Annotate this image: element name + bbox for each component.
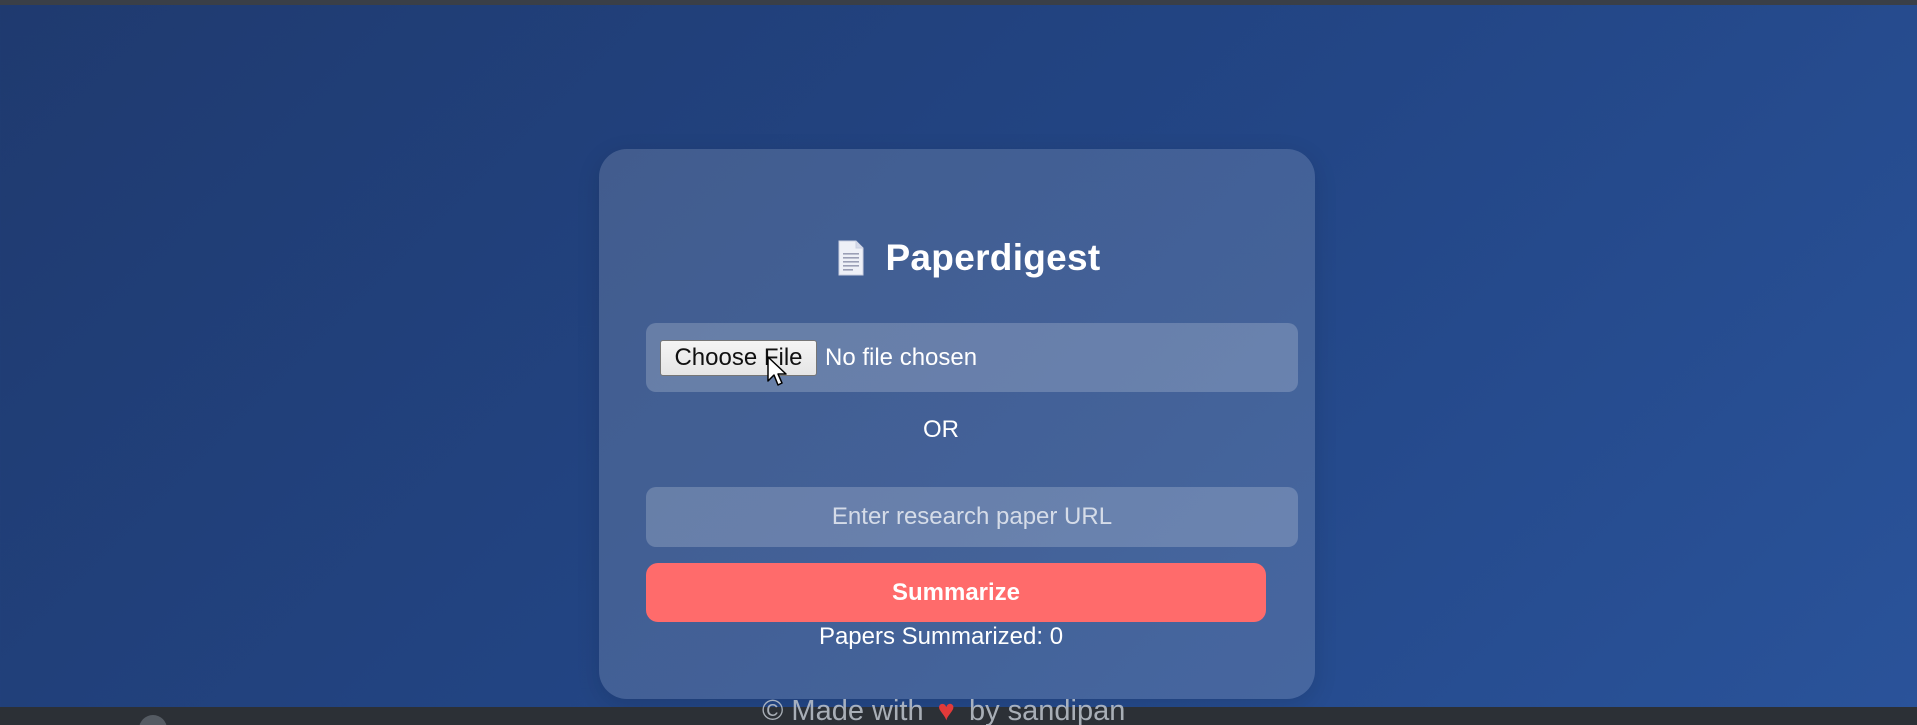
heart-icon: ♥: [937, 695, 955, 725]
document-icon: [837, 240, 865, 276]
papers-summarized-counter: Papers Summarized: 0: [818, 623, 1064, 650]
file-status-text: No file chosen: [825, 344, 978, 371]
or-divider: OR: [923, 416, 959, 443]
file-upload-box: Choose File No file chosen: [646, 323, 1298, 392]
summarize-button[interactable]: Summarize: [646, 563, 1266, 622]
main-card: Paperdigest Choose File No file chosen O…: [599, 149, 1315, 699]
footer-prefix: © Made with: [762, 695, 924, 725]
top-window-strip: [0, 0, 1917, 5]
taskbar-circle-icon: [139, 715, 167, 725]
app-title: Paperdigest: [885, 237, 1101, 278]
mouse-cursor-icon: [767, 356, 787, 386]
choose-file-button[interactable]: Choose File: [660, 340, 817, 376]
title-row: Paperdigest: [611, 233, 1327, 283]
paper-url-input[interactable]: [646, 487, 1298, 547]
footer-author: by sandipan: [968, 695, 1126, 725]
